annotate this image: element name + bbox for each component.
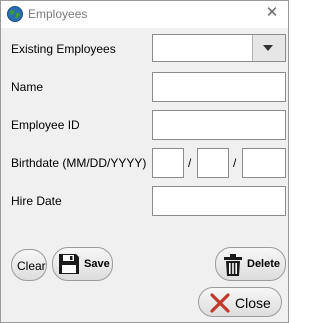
dropdown-button[interactable] (252, 35, 285, 61)
red-x-icon (210, 293, 230, 313)
trash-can-icon (224, 254, 242, 276)
chevron-down-icon (263, 45, 273, 51)
hire-date-input[interactable] (152, 186, 286, 216)
employee-id-label: Employee ID (11, 118, 80, 132)
employee-id-input[interactable] (152, 110, 286, 140)
clear-button-label: Clear (17, 259, 46, 273)
globe-icon (7, 6, 23, 22)
birth-year-input[interactable] (242, 148, 286, 178)
window-title: Employees (28, 7, 88, 21)
title-bar: Employees ✕ (1, 1, 288, 28)
save-button[interactable]: Save (52, 247, 113, 281)
name-input[interactable] (152, 72, 286, 102)
close-button[interactable]: Close (198, 287, 282, 317)
name-label: Name (11, 80, 44, 94)
birth-day-input[interactable] (197, 148, 229, 178)
close-button-label: Close (235, 295, 271, 311)
floppy-disk-icon (59, 254, 79, 274)
delete-button[interactable]: Delete (215, 247, 286, 281)
birth-month-input[interactable] (152, 148, 184, 178)
existing-employees-combobox[interactable] (152, 34, 286, 62)
date-separator: / (233, 156, 237, 170)
delete-button-label: Delete (247, 258, 281, 270)
hire-date-label: Hire Date (11, 194, 62, 208)
employees-window: Employees ✕ Existing Employees Name Empl… (0, 0, 289, 323)
clear-button[interactable]: Clear (11, 249, 47, 281)
existing-employees-label: Existing Employees (11, 42, 116, 56)
birthdate-label: Birthdate (MM/DD/YYYY) (11, 156, 147, 170)
close-icon[interactable]: ✕ (264, 5, 280, 21)
save-button-label: Save (84, 258, 110, 270)
date-separator: / (188, 156, 192, 170)
